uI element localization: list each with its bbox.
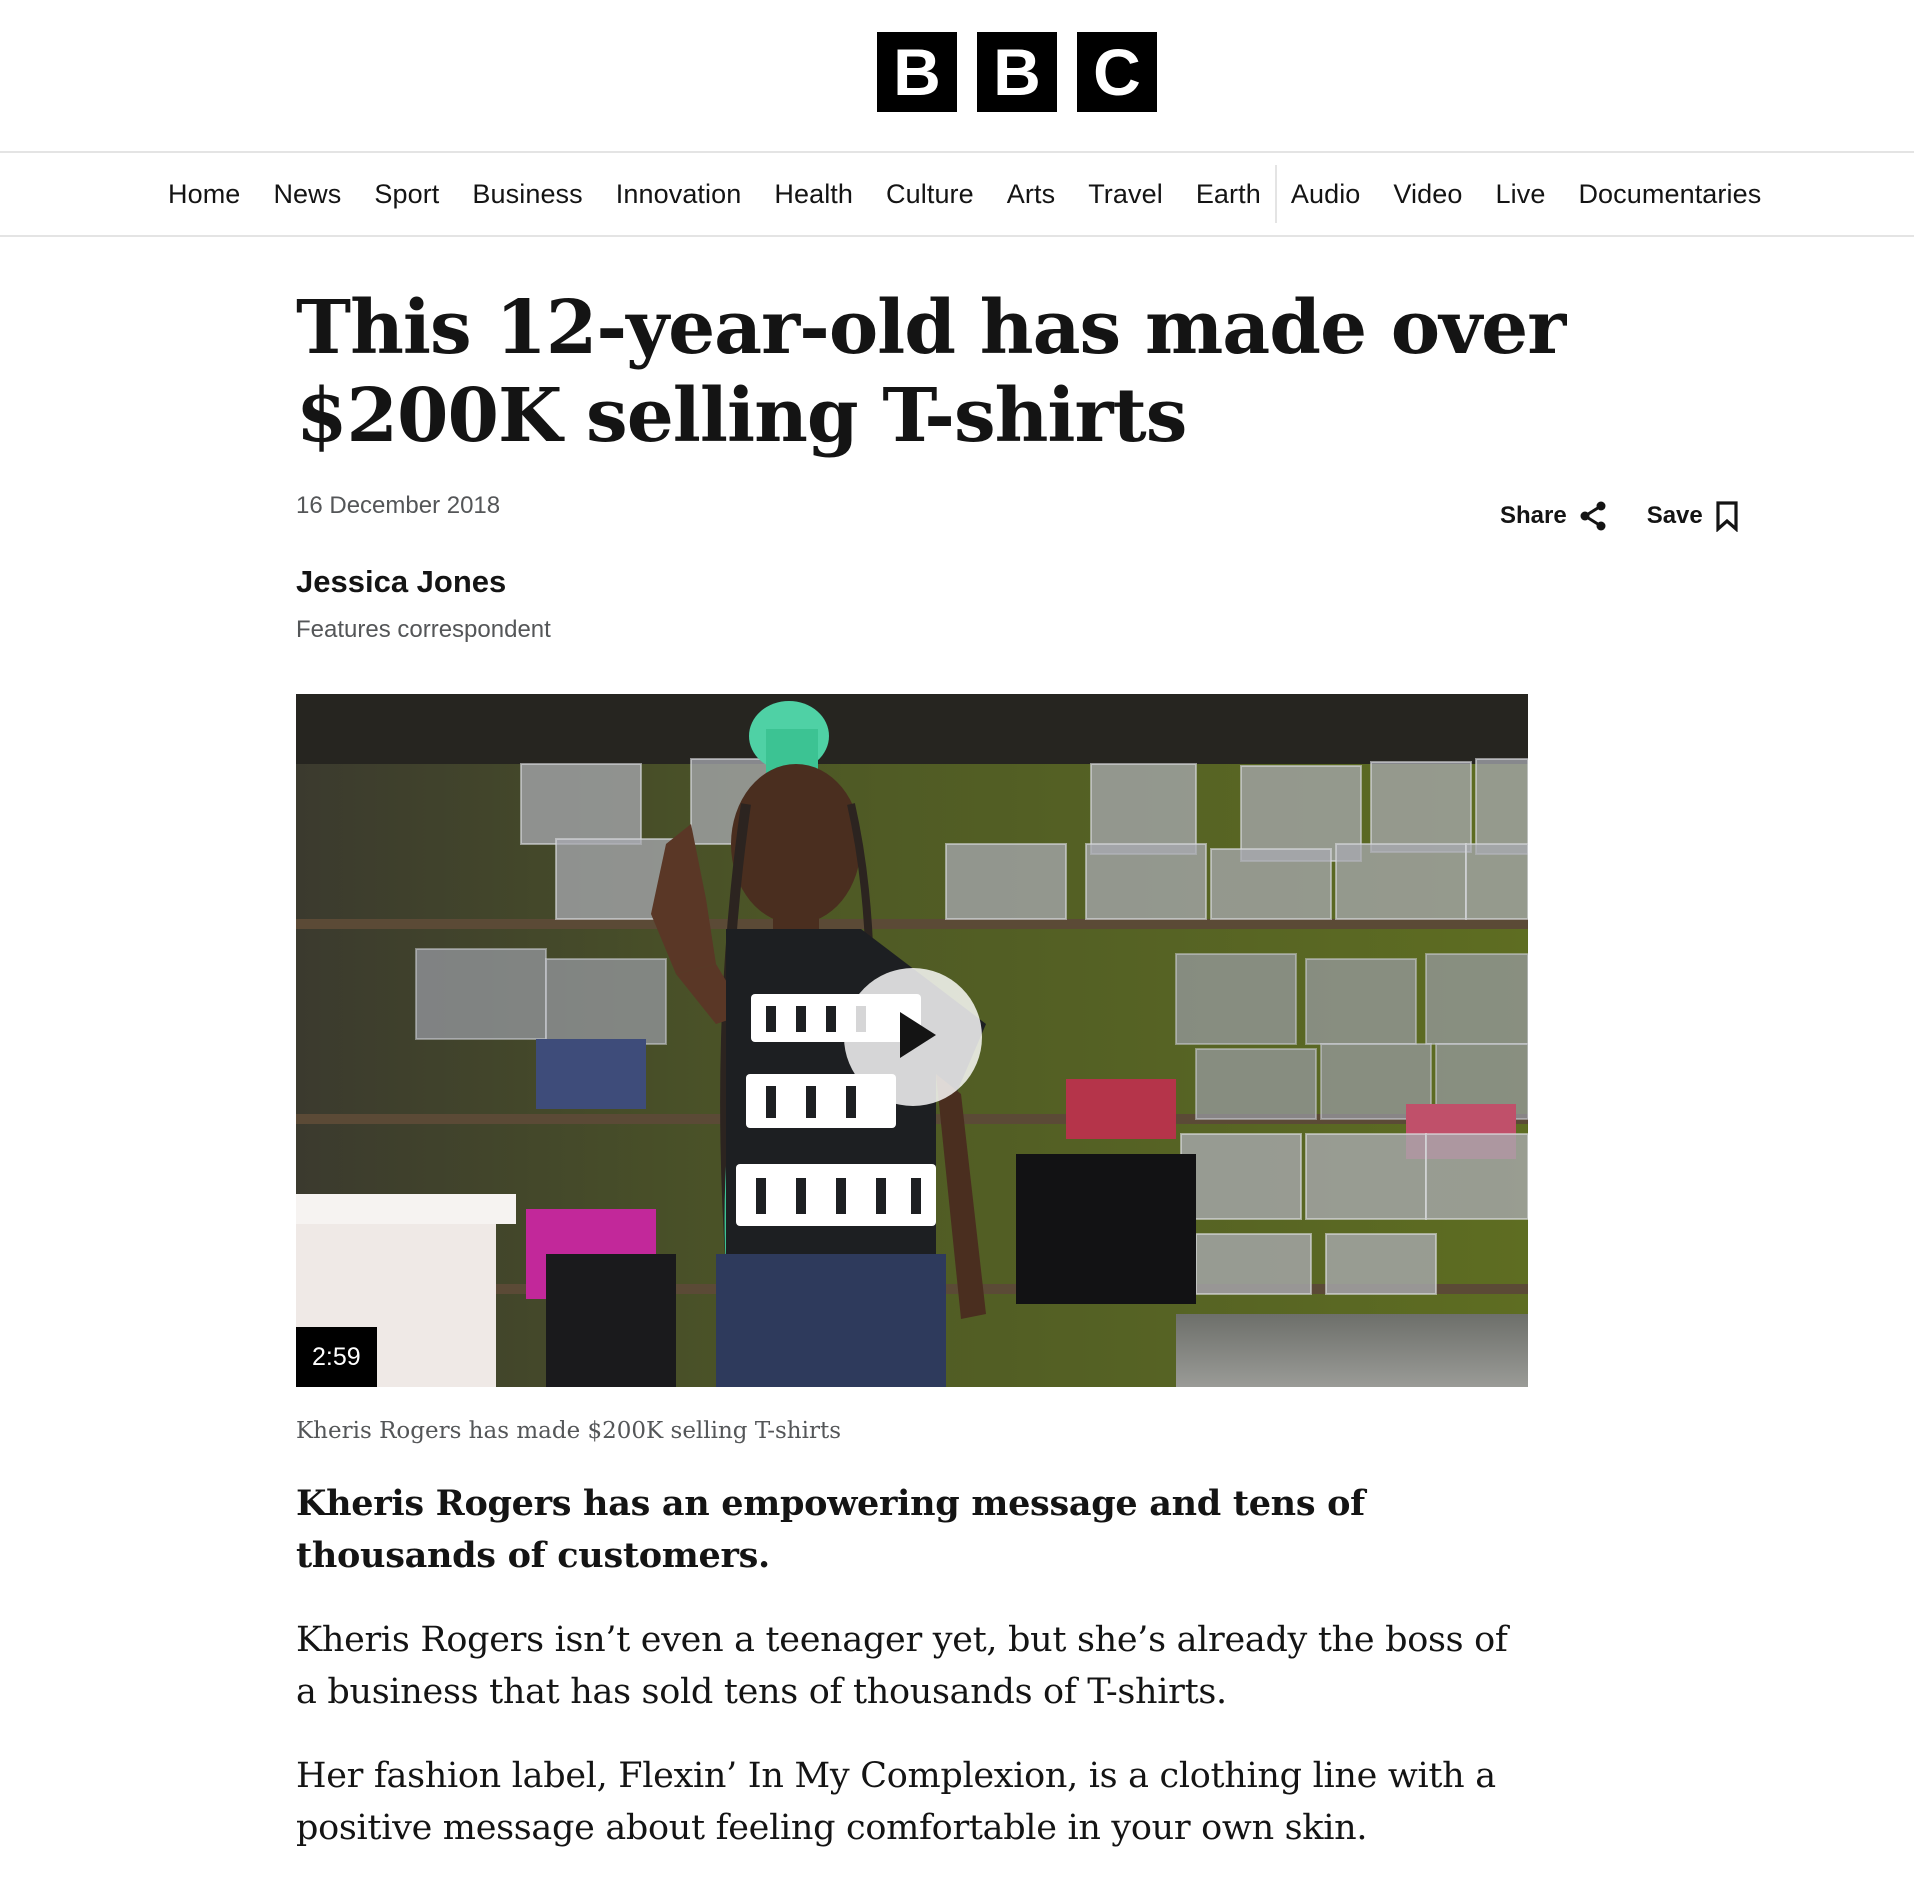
article-paragraph-1: Kheris Rogers isn’t even a teenager yet,… [296, 1620, 1508, 1712]
article-headline: This 12-year-old has made over $200K sel… [296, 285, 1566, 459]
share-icon [1579, 501, 1607, 531]
video-caption: Kheris Rogers has made $200K selling T-s… [296, 1418, 842, 1444]
nav-item-home[interactable]: Home [168, 179, 240, 210]
nav-item-health[interactable]: Health [774, 179, 853, 210]
nav-item-audio[interactable]: Audio [1291, 179, 1361, 210]
video-duration: 2:59 [296, 1327, 377, 1387]
logo-letter-b1: B [877, 32, 957, 112]
main-nav: Home News Sport Business Innovation Heal… [0, 153, 1914, 237]
play-icon [878, 1000, 948, 1075]
article-actions: Share Save [1500, 500, 1739, 532]
nav-item-sport[interactable]: Sport [374, 179, 439, 210]
nav-item-video[interactable]: Video [1393, 179, 1462, 210]
bookmark-icon [1715, 500, 1739, 532]
nav-item-arts[interactable]: Arts [1007, 179, 1055, 210]
save-label: Save [1646, 502, 1703, 529]
logo-letter-c: C [1077, 32, 1157, 112]
article-lead: Kheris Rogers has an empowering message … [296, 1483, 1365, 1576]
save-button[interactable]: Save [1647, 500, 1739, 532]
share-button[interactable]: Share [1500, 501, 1607, 531]
nav-item-travel[interactable]: Travel [1088, 179, 1163, 210]
author-name[interactable]: Jessica Jones [296, 564, 506, 600]
nav-divider [1274, 165, 1277, 223]
nav-item-business[interactable]: Business [472, 179, 582, 210]
author-role: Features correspondent [296, 616, 551, 643]
article-date: 16 December 2018 [296, 492, 501, 519]
nav-item-live[interactable]: Live [1496, 179, 1546, 210]
nav-item-documentaries[interactable]: Documentaries [1578, 179, 1761, 210]
share-label: Share [1500, 502, 1567, 529]
masthead: B B C [0, 0, 1914, 153]
logo-letter-b2: B [977, 32, 1057, 112]
video-player[interactable]: 2:59 [296, 694, 1528, 1387]
play-button[interactable] [844, 968, 982, 1106]
nav-item-innovation[interactable]: Innovation [616, 179, 742, 210]
article-paragraph-2: Her fashion label, Flexin’ In My Complex… [296, 1756, 1496, 1848]
nav-item-news[interactable]: News [273, 179, 341, 210]
nav-item-culture[interactable]: Culture [886, 179, 974, 210]
nav-list: Home News Sport Business Innovation Heal… [168, 153, 1794, 235]
bbc-logo[interactable]: B B C [877, 32, 1157, 112]
nav-item-earth[interactable]: Earth [1196, 179, 1261, 210]
